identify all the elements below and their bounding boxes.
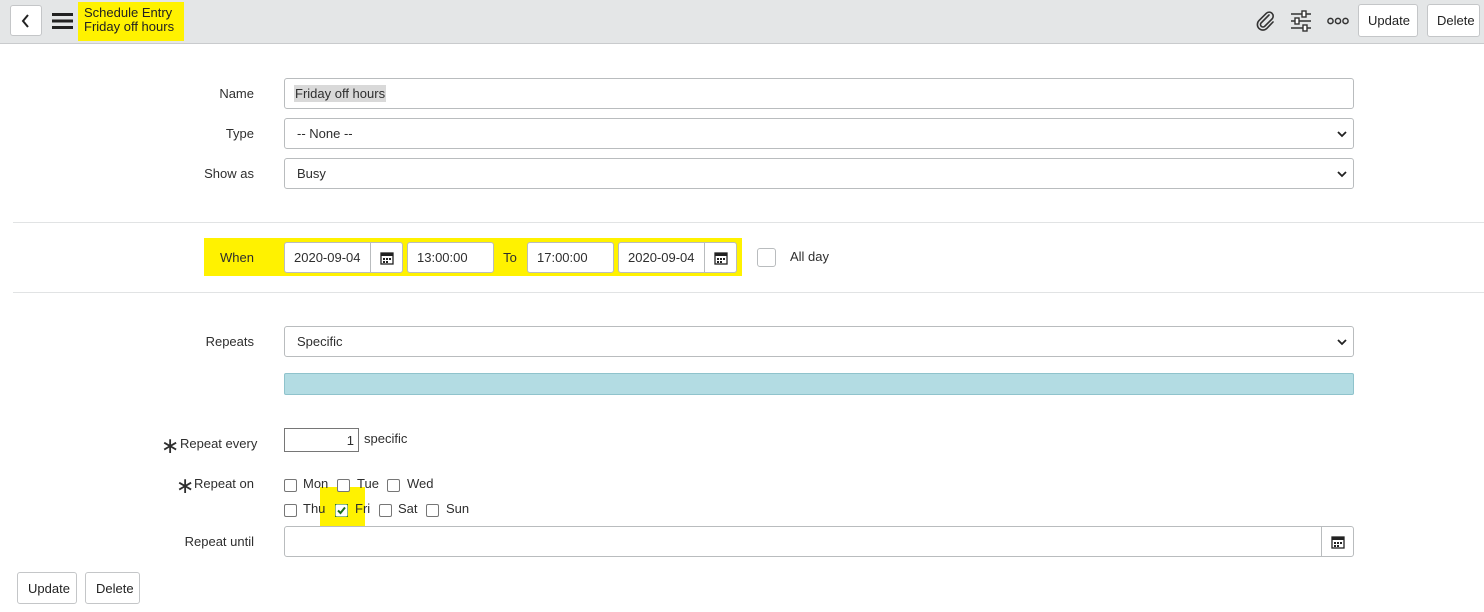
day-label-wed: Wed (407, 476, 434, 491)
footer-update-button[interactable]: Update (17, 572, 77, 604)
day-checkbox-wed[interactable] (387, 479, 400, 492)
day-checkbox-fri[interactable] (335, 504, 348, 517)
paperclip-icon[interactable] (1254, 10, 1276, 32)
chevron-down-icon (1337, 131, 1347, 138)
record-title: Schedule Entry Friday off hours (78, 2, 184, 41)
end-date-field[interactable]: 2020-09-04 (618, 242, 707, 273)
chevron-down-icon (1337, 171, 1347, 178)
calendar-icon (379, 251, 394, 265)
back-button[interactable] (10, 5, 42, 36)
show-as-label: Show as (204, 166, 254, 181)
repeats-value: Specific (297, 334, 343, 349)
repeat-until-calendar-button[interactable] (1321, 526, 1354, 557)
end-date-calendar-button[interactable] (704, 242, 737, 273)
repeat-until-field[interactable] (284, 526, 1324, 557)
record-type: Schedule Entry (84, 5, 173, 20)
section-divider (13, 292, 1484, 293)
day-label-sun: Sun (446, 501, 470, 516)
end-time-field[interactable]: 17:00:00 (527, 242, 614, 273)
record-name: Friday off hours (84, 19, 175, 34)
type-value: -- None -- (297, 126, 353, 141)
all-day-checkbox[interactable] (757, 248, 776, 267)
to-label: To (503, 250, 517, 265)
start-time-value: 13:00:00 (417, 250, 468, 265)
repeat-every-field[interactable]: 1 (284, 428, 359, 452)
repeat-every-unit: specific (364, 431, 408, 446)
day-checkbox-sun[interactable] (426, 504, 439, 517)
start-date-value: 2020-09-04 (294, 250, 361, 265)
all-day-label: All day (790, 249, 830, 264)
chevron-left-icon (21, 13, 29, 28)
repeats-label: Repeats (205, 334, 254, 349)
hamburger-menu-icon[interactable] (52, 12, 74, 30)
day-label-sat: Sat (398, 501, 418, 516)
start-time-field[interactable]: 13:00:00 (407, 242, 494, 273)
day-label-fri: Fri (355, 501, 371, 516)
name-field[interactable]: Friday off hours (284, 78, 1354, 109)
start-date-field[interactable]: 2020-09-04 (284, 242, 372, 273)
type-label: Type (225, 126, 254, 141)
delete-button[interactable]: Delete (1427, 4, 1480, 37)
form-header: Schedule Entry Friday off hours Update D… (0, 0, 1484, 44)
type-select[interactable]: -- None -- (284, 118, 1354, 149)
end-time-value: 17:00:00 (537, 250, 588, 265)
repeat-on-label: Repeat on (194, 476, 254, 491)
repeats-select[interactable]: Specific (284, 326, 1354, 357)
end-date-value: 2020-09-04 (628, 250, 695, 265)
day-label-tue: Tue (357, 476, 379, 491)
section-divider (13, 222, 1484, 223)
checkmark-icon (335, 504, 348, 517)
calendar-icon (1330, 535, 1345, 549)
day-checkbox-sat[interactable] (379, 504, 392, 517)
chevron-down-icon (1337, 339, 1347, 346)
repeat-every-label: Repeat every (180, 436, 258, 451)
day-label-thu: Thu (303, 501, 326, 516)
show-as-value: Busy (297, 166, 326, 181)
name-label: Name (219, 86, 254, 101)
repeat-info-bar (284, 373, 1354, 395)
required-asterisk: ∗ (161, 433, 180, 458)
sliders-icon[interactable] (1290, 10, 1312, 32)
name-value: Friday off hours (294, 85, 387, 102)
day-label-mon: Mon (303, 476, 329, 491)
update-button[interactable]: Update (1358, 4, 1418, 37)
day-checkbox-tue[interactable] (337, 479, 350, 492)
day-checkbox-thu[interactable] (284, 504, 297, 517)
when-label: When (220, 250, 254, 265)
repeat-until-label: Repeat until (184, 534, 254, 549)
show-as-select[interactable]: Busy (284, 158, 1354, 189)
day-checkbox-mon[interactable] (284, 479, 297, 492)
repeat-every-value: 1 (346, 432, 354, 448)
footer-delete-button[interactable]: Delete (85, 572, 140, 604)
start-date-calendar-button[interactable] (370, 242, 403, 273)
more-options-icon[interactable] (1327, 10, 1349, 32)
calendar-icon (713, 251, 728, 265)
